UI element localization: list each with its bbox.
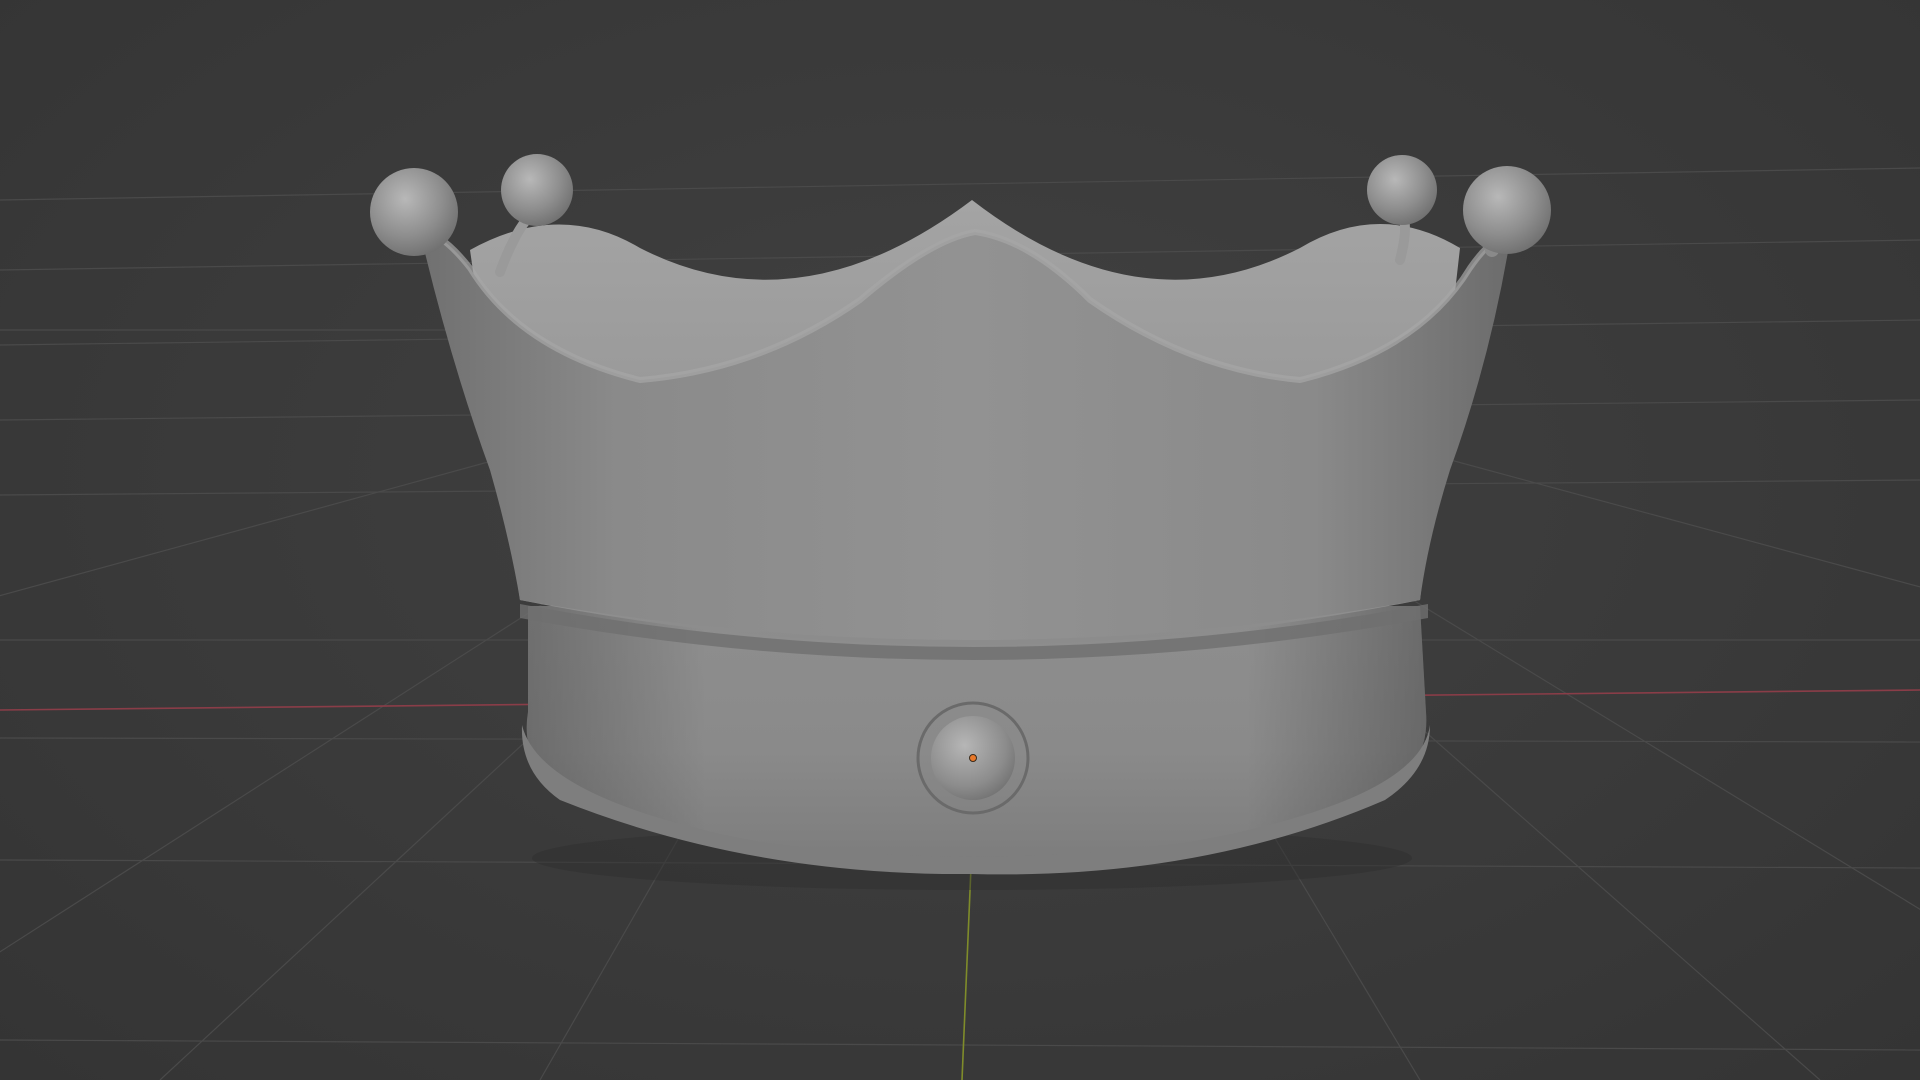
crown-ball-left-inner	[501, 154, 573, 226]
crown-ball-left-outer	[370, 168, 458, 256]
viewport-scene[interactable]	[0, 0, 1920, 1080]
crown-ball-right-inner	[1367, 155, 1437, 225]
crown-object[interactable]	[370, 154, 1551, 890]
3d-viewport[interactable]	[0, 0, 1920, 1080]
object-origin-icon[interactable]	[969, 754, 977, 762]
crown-ball-right-outer	[1463, 166, 1551, 254]
